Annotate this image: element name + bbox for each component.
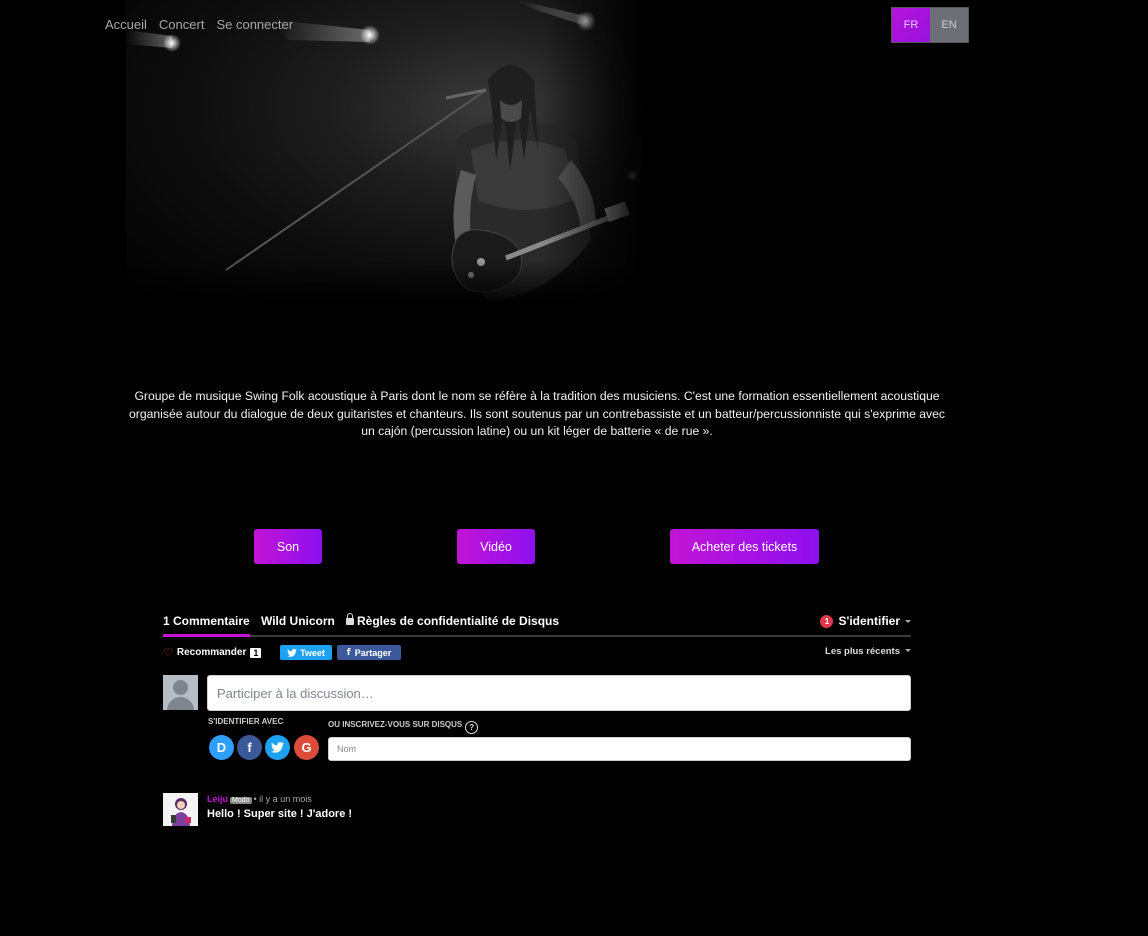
buy-tickets-button[interactable]: Acheter des tickets	[670, 529, 819, 564]
facebook-share-button[interactable]: f Partager	[337, 645, 401, 660]
guitarist-illustration	[126, 0, 646, 306]
disqus-login-icon[interactable]: D	[209, 735, 234, 760]
video-button[interactable]: Vidéo	[457, 529, 535, 564]
moderator-badge: Modo	[230, 797, 252, 804]
comment-input[interactable]: Participer à la discussion…	[207, 675, 911, 711]
tweet-button[interactable]: Tweet	[280, 645, 332, 660]
user-avatar-placeholder	[163, 675, 198, 710]
google-login-icon[interactable]: G	[294, 735, 319, 760]
signup-label: OU INSCRIVEZ-VOUS SUR DISQUS	[328, 720, 463, 729]
recommend-label: Recommander	[176, 647, 247, 658]
heart-icon: ♡	[163, 647, 173, 659]
nav-link-accueil[interactable]: Accueil	[105, 17, 147, 32]
recommend-count: 1	[250, 647, 262, 658]
hero-photo	[126, 0, 646, 306]
privacy-label: Règles de confidentialité de Disqus	[357, 614, 560, 628]
tab-privacy[interactable]: Règles de confidentialité de Disqus	[346, 613, 560, 628]
login-with-label: S'IDENTIFIER AVEC	[208, 717, 284, 726]
twitter-login-icon[interactable]	[265, 735, 290, 760]
tab-comments[interactable]: 1 Commentaire	[163, 614, 250, 637]
avatar-illustration	[163, 793, 198, 826]
chevron-down-icon	[905, 620, 911, 623]
comment-meta: Leiju Modo • il y a un mois	[207, 794, 312, 804]
language-switcher: FR EN	[891, 7, 969, 43]
login-menu[interactable]: 1 S'identifier	[820, 614, 911, 628]
lang-fr-button[interactable]: FR	[892, 8, 930, 42]
main-nav: Accueil Concert Se connecter	[105, 17, 293, 32]
sort-label: Les plus récents	[825, 646, 900, 657]
son-button[interactable]: Son	[254, 529, 322, 564]
lang-en-button[interactable]: EN	[930, 8, 968, 42]
chevron-down-icon	[905, 649, 911, 652]
tweet-label: Tweet	[300, 647, 325, 658]
commenter-avatar[interactable]	[163, 793, 198, 826]
nav-link-concert[interactable]: Concert	[159, 17, 205, 32]
twitter-icon	[287, 648, 297, 657]
disqus-toolbar: ♡ Recommander 1 Tweet f Partager Les plu…	[163, 645, 911, 663]
login-label: S'identifier	[838, 614, 900, 628]
twitter-bird-icon	[271, 742, 284, 753]
recommend-button[interactable]: ♡ Recommander 1	[163, 646, 262, 659]
band-description: Groupe de musique Swing Folk acoustique …	[129, 389, 945, 439]
disqus-tabs: 1 Commentaire Wild Unicorn Règles de con…	[163, 612, 911, 637]
facebook-login-icon[interactable]: f	[237, 735, 262, 760]
sort-dropdown[interactable]: Les plus récents	[825, 646, 911, 657]
facebook-icon: f	[346, 647, 351, 658]
notification-badge: 1	[820, 615, 834, 628]
comment-text: Hello ! Super site ! J'adore !	[207, 808, 353, 820]
help-icon[interactable]: ?	[465, 721, 479, 734]
name-field[interactable]: Nom	[328, 737, 911, 761]
nav-link-se-connecter[interactable]: Se connecter	[216, 17, 293, 32]
lock-icon	[346, 613, 354, 625]
signup-label-row: OU INSCRIVEZ-VOUS SUR DISQUS?	[328, 720, 479, 734]
comment-time[interactable]: • il y a un mois	[254, 794, 312, 804]
share-label: Partager	[354, 647, 392, 658]
tab-community[interactable]: Wild Unicorn	[261, 614, 335, 628]
comment-author[interactable]: Leiju	[207, 794, 228, 804]
